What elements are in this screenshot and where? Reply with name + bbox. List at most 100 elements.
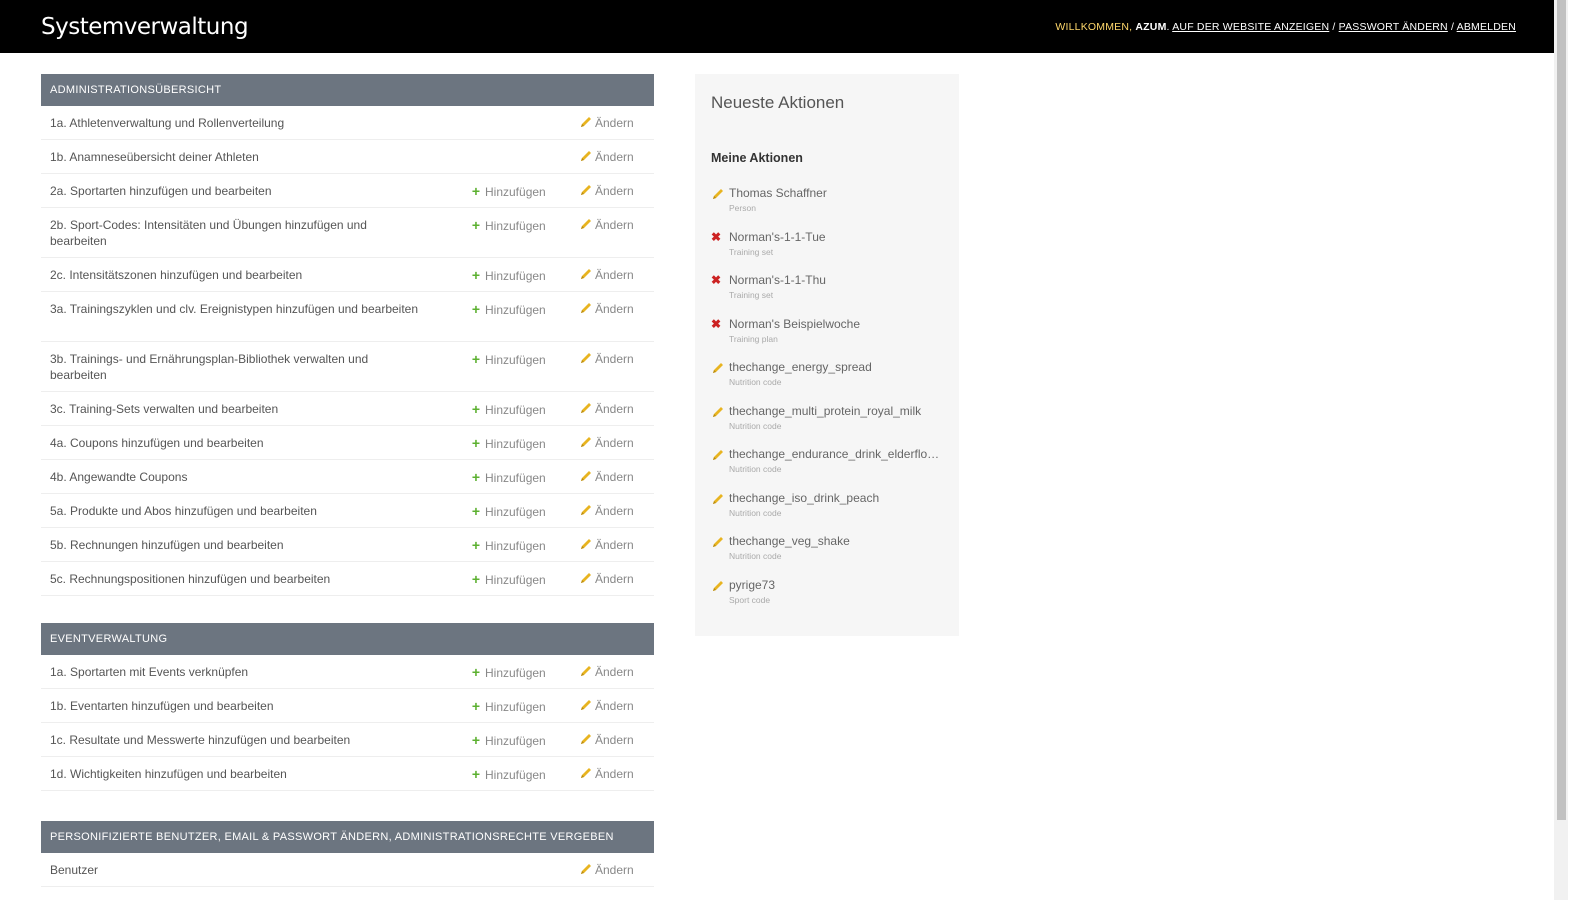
add-link[interactable]: + Hinzufügen xyxy=(471,469,546,485)
pencil-icon xyxy=(579,504,595,518)
change-label: Ändern xyxy=(595,538,634,552)
add-label: Hinzufügen xyxy=(485,303,546,317)
delete-icon: ✖ xyxy=(711,229,722,244)
model-link[interactable]: 2b. Sport-Codes: Intensitäten und Übunge… xyxy=(50,217,420,249)
recent-action-name[interactable]: thechange_iso_drink_peach xyxy=(729,491,943,505)
recent-action-name[interactable]: thechange_veg_shake xyxy=(729,534,943,548)
model-link[interactable]: 4b. Angewandte Coupons xyxy=(50,469,420,485)
add-link[interactable]: + Hinzufügen xyxy=(471,732,546,748)
recent-action-name[interactable]: thechange_endurance_drink_elderflower xyxy=(729,447,943,461)
add-link[interactable]: + Hinzufügen xyxy=(471,537,546,553)
model-link[interactable]: 5c. Rechnungspositionen hinzufügen und b… xyxy=(50,571,420,587)
model-row: 1b. Anamneseübersicht deiner Athleten Änd… xyxy=(41,140,654,174)
model-link[interactable]: 3c. Training-Sets verwalten und bearbeit… xyxy=(50,401,420,417)
recent-action-name[interactable]: Norman's Beispielwoche xyxy=(729,317,943,331)
model-row: 5b. Rechnungen hinzufügen und bearbeiten… xyxy=(41,528,654,562)
module-caption[interactable]: Personifizierte Benutzer, Email & Passwo… xyxy=(41,821,654,853)
change-link[interactable]: Ändern xyxy=(579,537,634,552)
add-link[interactable]: + Hinzufügen xyxy=(471,351,546,367)
add-link[interactable]: + Hinzufügen xyxy=(471,698,546,714)
add-link[interactable]: + Hinzufügen xyxy=(471,571,546,587)
add-link[interactable]: + Hinzufügen xyxy=(471,301,546,317)
add-icon: + xyxy=(471,217,481,233)
change-link[interactable]: Ändern xyxy=(579,267,634,282)
model-link[interactable]: 1d. Wichtigkeiten hinzufügen und bearbei… xyxy=(50,766,420,782)
change-label: Ändern xyxy=(595,302,634,316)
model-link[interactable]: 2a. Sportarten hinzufügen und bearbeiten xyxy=(50,183,420,199)
model-link[interactable]: 1b. Anamneseübersicht deiner Athleten xyxy=(50,149,420,165)
add-link[interactable]: + Hinzufügen xyxy=(471,766,546,782)
add-link[interactable]: + Hinzufügen xyxy=(471,401,546,417)
change-link[interactable]: Ändern xyxy=(579,149,634,164)
change-link[interactable]: Ändern xyxy=(579,664,634,679)
site-name[interactable]: Systemverwaltung xyxy=(41,14,249,40)
scrollbar-thumb[interactable] xyxy=(1557,0,1566,820)
recent-action-type: Training set xyxy=(729,290,774,300)
add-icon: + xyxy=(471,698,481,714)
change-link[interactable]: Ändern xyxy=(579,571,634,586)
change-link[interactable]: Ändern xyxy=(579,183,634,198)
change-link[interactable]: Ändern xyxy=(579,862,634,877)
add-link[interactable]: + Hinzufügen xyxy=(471,503,546,519)
add-icon: + xyxy=(471,351,481,367)
change-password-link[interactable]: Passwort ändern xyxy=(1339,21,1448,33)
recent-action-type: Nutrition code xyxy=(729,507,782,518)
model-link[interactable]: 2c. Intensitätszonen hinzufügen und bear… xyxy=(50,267,420,283)
add-link[interactable]: + Hinzufügen xyxy=(471,435,546,451)
recent-action-name[interactable]: thechange_energy_spread xyxy=(729,360,943,374)
change-link[interactable]: Ändern xyxy=(579,217,634,232)
add-link[interactable]: + Hinzufügen xyxy=(471,267,546,283)
change-link[interactable]: Ändern xyxy=(579,301,634,316)
add-label: Hinzufügen xyxy=(485,666,546,680)
model-link[interactable]: 3b. Trainings- und Ernährungsplan-Biblio… xyxy=(50,351,420,383)
change-link[interactable]: Ändern xyxy=(579,351,634,366)
change-link[interactable]: Ändern xyxy=(579,698,634,713)
add-label: Hinzufügen xyxy=(485,539,546,553)
model-link[interactable]: Benutzer xyxy=(50,862,420,878)
pencil-icon xyxy=(579,733,595,747)
recent-action-type: Training plan xyxy=(729,333,778,344)
change-link[interactable]: Ändern xyxy=(579,732,634,747)
change-link[interactable]: Ändern xyxy=(579,435,634,450)
add-icon: + xyxy=(471,301,481,317)
change-label: Ändern xyxy=(595,268,634,282)
model-link[interactable]: 4a. Coupons hinzufügen und bearbeiten xyxy=(50,435,420,451)
add-link[interactable]: + Hinzufügen xyxy=(471,183,546,199)
model-link[interactable]: 3a. Trainingszyklen und clv. Ereignistyp… xyxy=(50,301,420,317)
view-site-link[interactable]: Auf der Website anzeigen xyxy=(1172,21,1329,33)
model-row: 1c. Resultate und Messwerte hinzufügen u… xyxy=(41,723,654,757)
change-link[interactable]: Ändern xyxy=(579,401,634,416)
model-link[interactable]: 5b. Rechnungen hinzufügen und bearbeiten xyxy=(50,537,420,553)
change-label: Ändern xyxy=(595,863,634,877)
model-row: 1a. Athletenverwaltung und Rollenverteil… xyxy=(41,106,654,140)
model-link[interactable]: 1a. Sportarten mit Events verknüpfen xyxy=(50,664,420,680)
change-link[interactable]: Ändern xyxy=(579,503,634,518)
change-label: Ändern xyxy=(595,150,634,164)
recent-action-name[interactable]: Norman's-1-1-Thu xyxy=(729,273,943,287)
recent-action-name[interactable]: thechange_multi_protein_royal_milk xyxy=(729,404,943,418)
recent-action-name[interactable]: pyrige73 xyxy=(729,578,943,592)
model-link[interactable]: 1a. Athletenverwaltung und Rollenverteil… xyxy=(50,115,420,131)
change-label: Ändern xyxy=(595,352,634,366)
pencil-icon xyxy=(579,268,595,282)
add-icon: + xyxy=(471,571,481,587)
model-link[interactable]: 5a. Produkte und Abos hinzufügen und bea… xyxy=(50,503,420,519)
model-link[interactable]: 1b. Eventarten hinzufügen und bearbeiten xyxy=(50,698,420,714)
change-link[interactable]: Ändern xyxy=(579,766,634,781)
add-link[interactable]: + Hinzufügen xyxy=(471,217,546,233)
add-icon: + xyxy=(471,766,481,782)
change-link[interactable]: Ändern xyxy=(579,115,634,130)
recent-action-name[interactable]: Norman's-1-1-Tue xyxy=(729,230,943,244)
module-caption[interactable]: Administrationsübersicht xyxy=(41,74,654,106)
recent-actions-title: Neueste Aktionen xyxy=(711,93,845,112)
module-caption[interactable]: Eventverwaltung xyxy=(41,623,654,655)
recent-action-name[interactable]: Thomas Schaffner xyxy=(729,186,943,200)
add-label: Hinzufügen xyxy=(485,768,546,782)
pencil-icon xyxy=(579,699,595,713)
add-link[interactable]: + Hinzufügen xyxy=(471,664,546,680)
model-link[interactable]: 1c. Resultate und Messwerte hinzufügen u… xyxy=(50,732,420,748)
module-1: Eventverwaltung 1a. Sportarten mit Events… xyxy=(41,623,654,791)
change-link[interactable]: Ändern xyxy=(579,469,634,484)
logout-link[interactable]: Abmelden xyxy=(1457,21,1516,33)
recent-action-type: Nutrition code xyxy=(729,420,782,431)
